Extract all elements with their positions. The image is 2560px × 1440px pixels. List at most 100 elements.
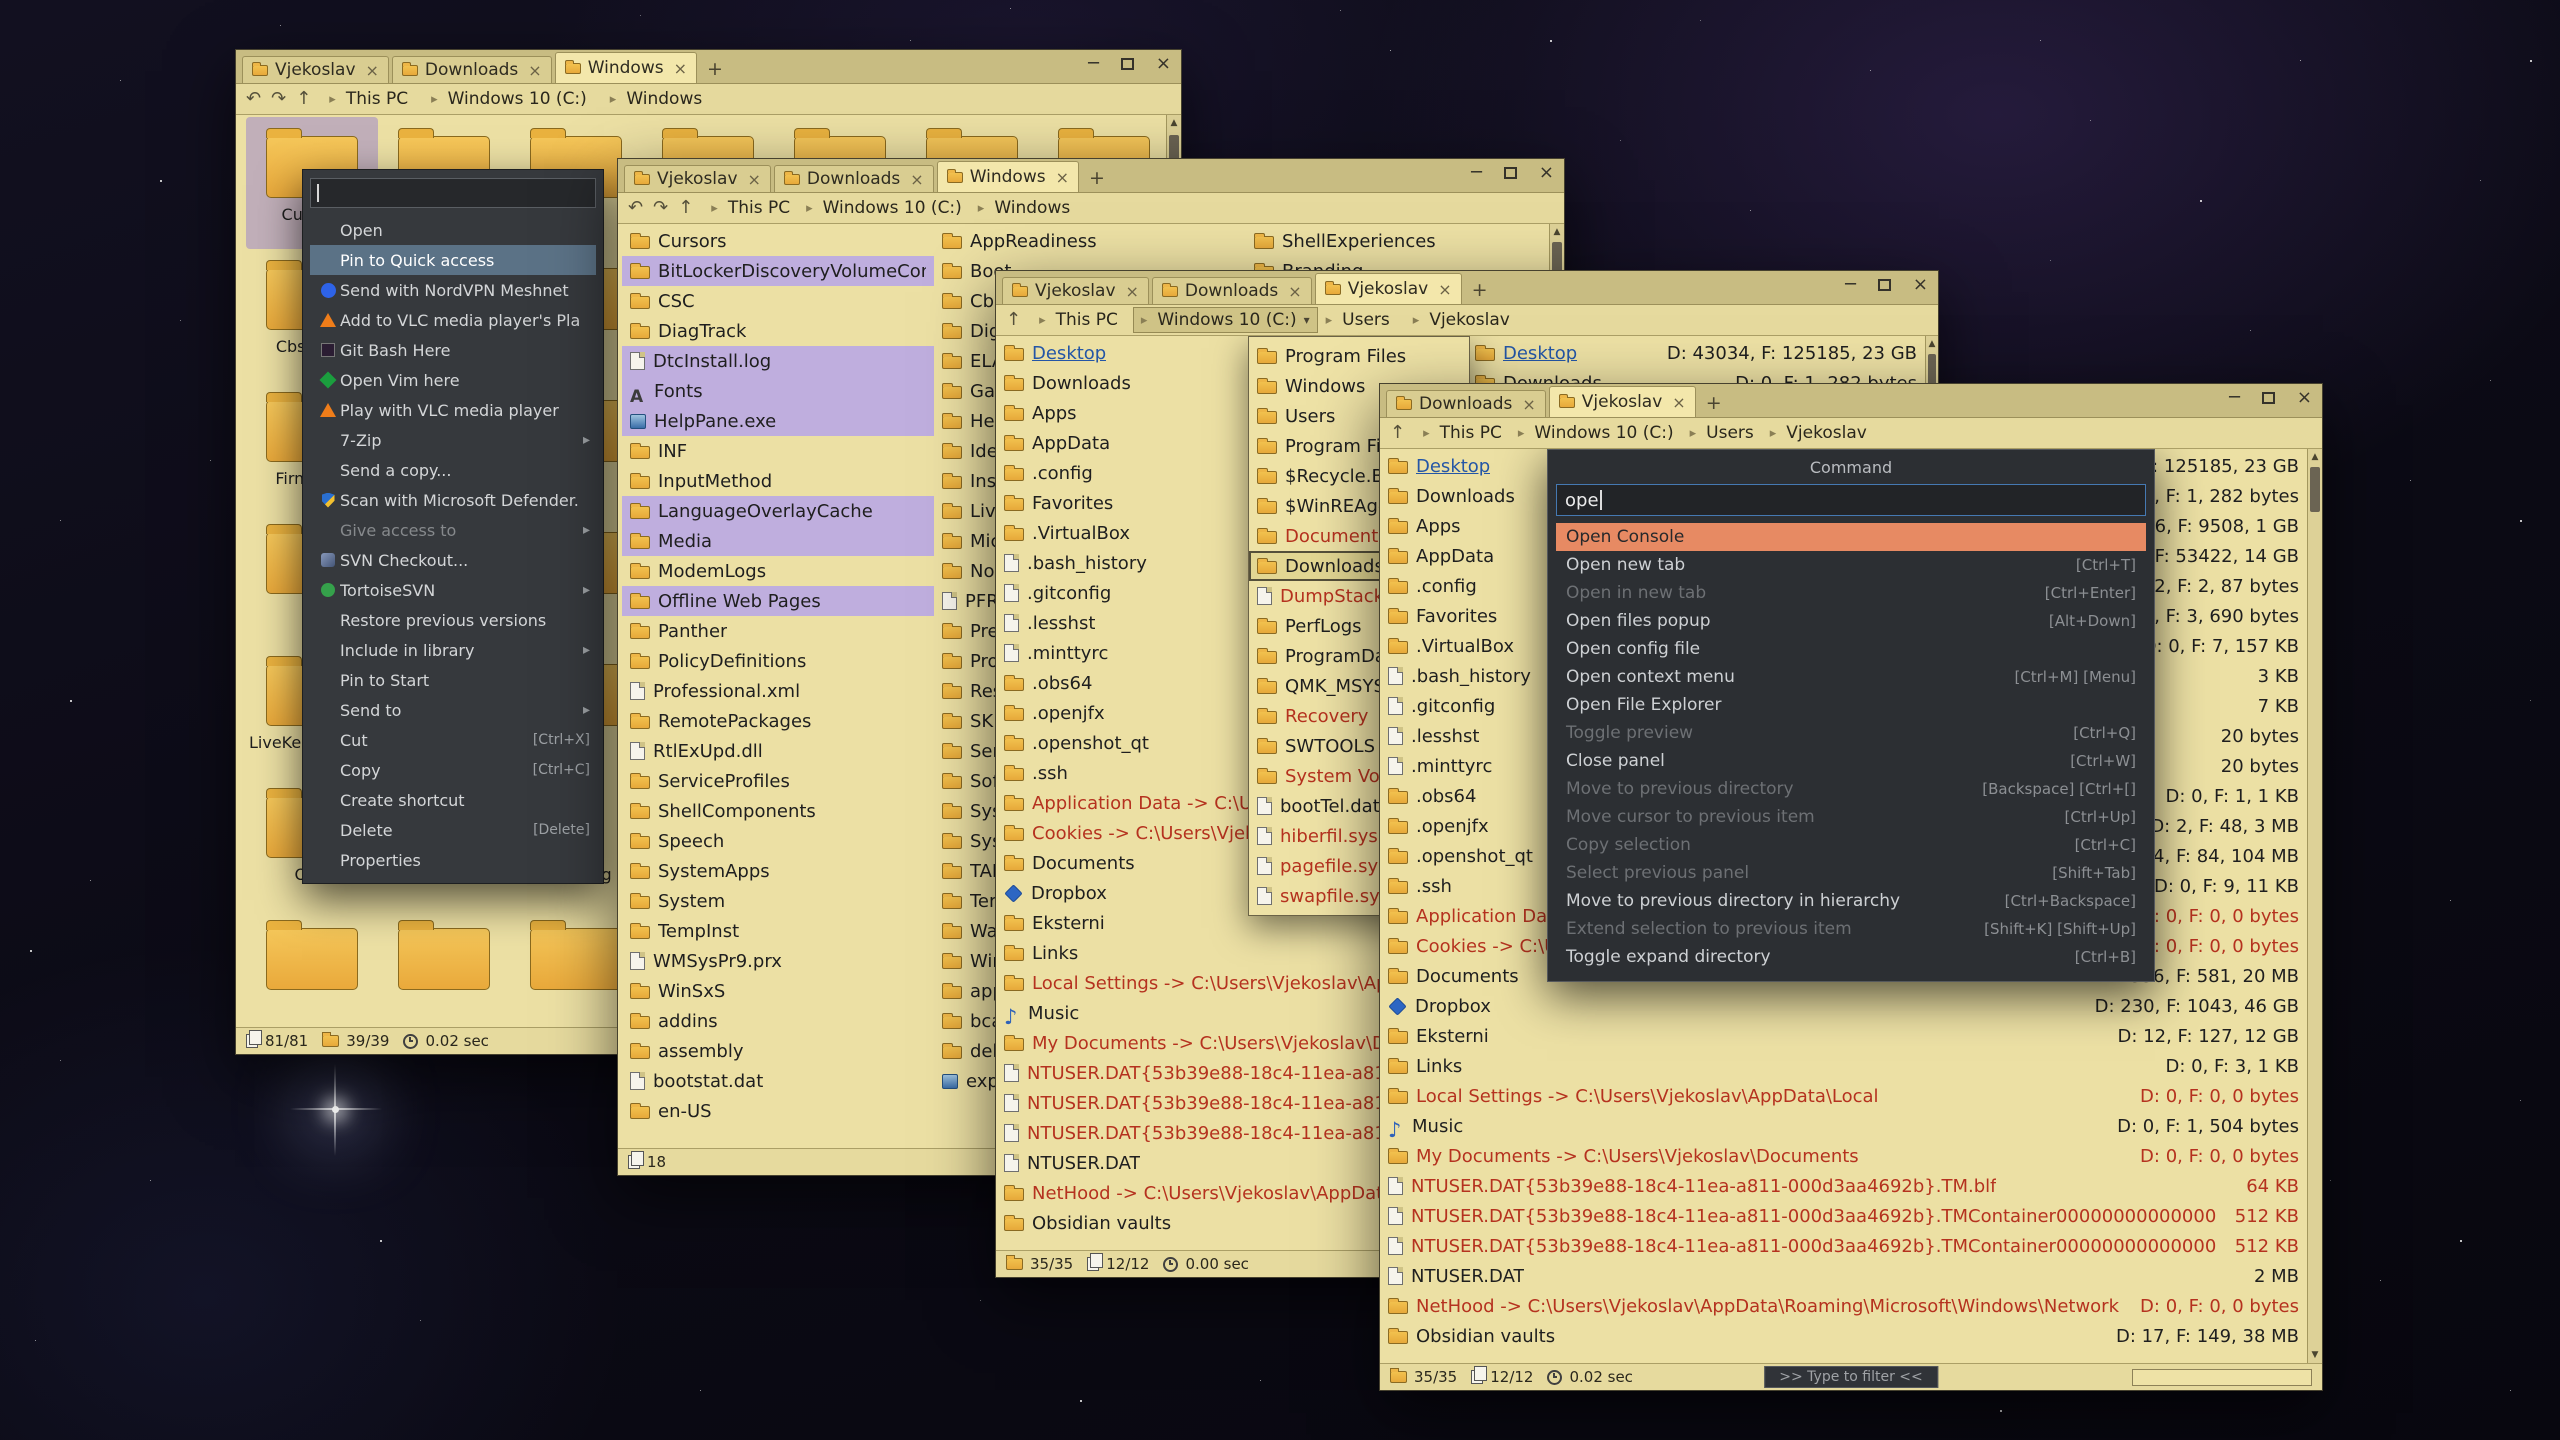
- close-button[interactable]: ×: [2297, 389, 2312, 407]
- context-menu-item[interactable]: TortoiseSVN ▸: [310, 575, 596, 605]
- tab-close-icon[interactable]: ×: [1438, 280, 1451, 299]
- file-row[interactable]: Speech: [622, 826, 934, 856]
- up-button[interactable]: ↑: [1390, 424, 1405, 442]
- maximize-button[interactable]: [1878, 279, 1891, 291]
- file-row[interactable]: NTUSER.DAT{53b39e88-18c4-11ea-a811-000d3…: [1380, 1231, 2307, 1261]
- command-item[interactable]: Move to previous directory in hierarchy …: [1556, 887, 2146, 915]
- command-item[interactable]: Open files popup [Alt+Down]: [1556, 607, 2146, 635]
- file-row[interactable]: Links D: 0, F: 3, 1 KB: [1380, 1051, 2307, 1081]
- context-menu-item[interactable]: Send to ▸: [310, 695, 596, 725]
- breadcrumb-segment[interactable]: ▸ Windows 10 (C:): [423, 86, 602, 112]
- file-row[interactable]: ModemLogs: [622, 556, 934, 586]
- minimize-button[interactable]: ─: [1471, 164, 1482, 182]
- context-menu-item[interactable]: Restore previous versions: [310, 605, 596, 635]
- context-menu-item[interactable]: Git Bash Here: [310, 335, 596, 365]
- scrollbar-thumb[interactable]: [2310, 467, 2320, 512]
- command-item[interactable]: Move to previous directory [Backspace] […: [1556, 775, 2146, 803]
- breadcrumb-segment[interactable]: ▸ This PC: [1415, 420, 1510, 446]
- file-row[interactable]: bootstat.dat: [622, 1066, 934, 1096]
- tab[interactable]: Downloads ×: [392, 56, 552, 83]
- new-tab-button[interactable]: +: [1701, 391, 1727, 415]
- tab-close-icon[interactable]: ×: [1672, 393, 1685, 412]
- file-row[interactable]: LanguageOverlayCache: [622, 496, 934, 526]
- tab[interactable]: Vjekoslav ×: [1002, 277, 1149, 304]
- tab[interactable]: Downloads ×: [1386, 390, 1546, 417]
- tab-close-icon[interactable]: ×: [1126, 282, 1139, 301]
- forward-button[interactable]: ↷: [653, 199, 668, 217]
- file-row[interactable]: AppReadiness: [934, 226, 1246, 256]
- command-item[interactable]: Copy selection [Ctrl+C]: [1556, 831, 2146, 859]
- up-button[interactable]: ↑: [678, 199, 693, 217]
- context-menu-item[interactable]: Delete [Delete]: [310, 815, 596, 845]
- breadcrumb-segment[interactable]: ▸ Windows 10 (C:): [798, 195, 970, 221]
- file-icon-item[interactable]: [378, 909, 510, 1027]
- close-button[interactable]: ×: [1913, 276, 1928, 294]
- tab[interactable]: Vjekoslav ×: [1315, 273, 1462, 304]
- tab-close-icon[interactable]: ×: [1056, 168, 1069, 187]
- file-row[interactable]: BitLockerDiscoveryVolumeContents: [622, 256, 934, 286]
- titlebar[interactable]: Downloads × Vjekoslav × + ─ ×: [1380, 384, 2322, 418]
- new-tab-button[interactable]: +: [702, 57, 728, 81]
- new-tab-button[interactable]: +: [1084, 166, 1110, 190]
- file-icon-item[interactable]: [246, 909, 378, 1027]
- file-row[interactable]: INF: [622, 436, 934, 466]
- file-row[interactable]: RemotePackages: [622, 706, 934, 736]
- file-row[interactable]: NetHood -> C:\Users\Vjekoslav\AppData\Ro…: [1380, 1291, 2307, 1321]
- file-row[interactable]: DiagTrack: [622, 316, 934, 346]
- file-row[interactable]: SystemApps: [622, 856, 934, 886]
- tab[interactable]: Vjekoslav ×: [1549, 386, 1696, 417]
- tab[interactable]: Windows ×: [555, 52, 697, 83]
- file-row[interactable]: My Documents -> C:\Users\Vjekoslav\Docum…: [1380, 1141, 2307, 1171]
- maximize-button[interactable]: [1504, 167, 1517, 179]
- file-row[interactable]: CSC: [622, 286, 934, 316]
- tab[interactable]: Windows ×: [937, 161, 1079, 192]
- file-row[interactable]: Eksterni D: 12, F: 127, 12 GB: [1380, 1021, 2307, 1051]
- breadcrumb-segment[interactable]: ▸ Windows 10 (C:) ▾: [1133, 307, 1318, 333]
- tab[interactable]: Vjekoslav ×: [242, 56, 389, 83]
- file-manager-window-front[interactable]: Downloads × Vjekoslav × + ─ × ↑: [1379, 383, 2323, 1391]
- breadcrumb-segment[interactable]: ▸ Users: [1682, 420, 1762, 446]
- file-row[interactable]: Music D: 0, F: 1, 504 bytes: [1380, 1111, 2307, 1141]
- file-row[interactable]: Offline Web Pages: [622, 586, 934, 616]
- maximize-button[interactable]: [2262, 392, 2275, 404]
- titlebar[interactable]: Vjekoslav × Downloads × Vjekoslav ×: [996, 271, 1938, 305]
- context-menu-item[interactable]: Include in library ▸: [310, 635, 596, 665]
- up-button[interactable]: ↑: [1006, 311, 1021, 329]
- context-menu-item[interactable]: Add to VLC media player's Playlist: [310, 305, 596, 335]
- scroll-up-icon[interactable]: ▲: [1167, 115, 1181, 131]
- context-menu-item[interactable]: Send a copy...: [310, 455, 596, 485]
- up-button[interactable]: ↑: [296, 90, 311, 108]
- command-item[interactable]: Close panel [Ctrl+W]: [1556, 747, 2146, 775]
- file-row[interactable]: Desktop D: 43034, F: 125185, 23 GB: [1467, 338, 1925, 368]
- file-row[interactable]: WMSysPr9.prx: [622, 946, 934, 976]
- breadcrumb-segment[interactable]: ▸ This PC: [321, 86, 423, 112]
- context-menu-item[interactable]: Open: [310, 215, 596, 245]
- back-button[interactable]: ↶: [628, 199, 643, 217]
- context-menu-item[interactable]: Pin to Start: [310, 665, 596, 695]
- command-item[interactable]: Open config file: [1556, 635, 2146, 663]
- close-button[interactable]: ×: [1539, 164, 1554, 182]
- context-menu-item[interactable]: Send with NordVPN Meshnet: [310, 275, 596, 305]
- context-menu-item[interactable]: 7-Zip ▸: [310, 425, 596, 455]
- command-item[interactable]: Select previous panel [Shift+Tab]: [1556, 859, 2146, 887]
- context-menu-item[interactable]: Create shortcut: [310, 785, 596, 815]
- vertical-scrollbar[interactable]: ▲ ▼: [2307, 449, 2322, 1363]
- tab-close-icon[interactable]: ×: [366, 61, 379, 80]
- breadcrumb-segment[interactable]: ▸ This PC: [1031, 307, 1133, 333]
- context-menu-item[interactable]: Properties: [310, 845, 596, 875]
- file-row[interactable]: Obsidian vaults D: 17, F: 149, 38 MB: [1380, 1321, 2307, 1351]
- tab-close-icon[interactable]: ×: [910, 170, 923, 189]
- command-item[interactable]: Open in new tab [Ctrl+Enter]: [1556, 579, 2146, 607]
- file-row[interactable]: Cursors: [622, 226, 934, 256]
- file-row[interactable]: assembly: [622, 1036, 934, 1066]
- command-item[interactable]: Toggle expand directory [Ctrl+B]: [1556, 943, 2146, 971]
- minimize-button[interactable]: ─: [2229, 389, 2240, 407]
- command-item[interactable]: Open context menu [Ctrl+M] [Menu]: [1556, 663, 2146, 691]
- maximize-button[interactable]: [1121, 58, 1134, 70]
- scroll-up-icon[interactable]: ▲: [1550, 224, 1564, 240]
- file-row[interactable]: NTUSER.DAT 2 MB: [1380, 1261, 2307, 1291]
- titlebar[interactable]: Vjekoslav × Downloads × Windows ×: [618, 159, 1564, 193]
- type-to-filter-hint[interactable]: >> Type to filter <<: [1764, 1366, 1938, 1388]
- context-menu-item[interactable]: Play with VLC media player: [310, 395, 596, 425]
- minimize-button[interactable]: ─: [1845, 276, 1856, 294]
